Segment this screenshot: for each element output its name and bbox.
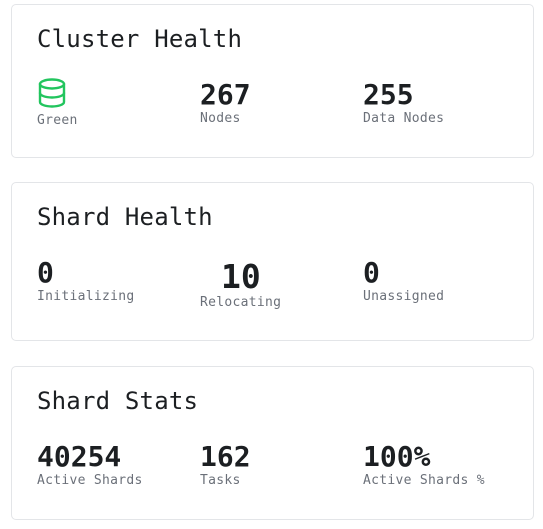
nodes-value: 267 [200, 78, 251, 111]
unassigned-stat: 0 Unassigned [363, 257, 444, 305]
data-nodes-value: 255 [363, 78, 414, 111]
tasks-label: Tasks [200, 473, 241, 488]
active-shards-percent-value: 100% [363, 440, 431, 473]
nodes-stat: 267 Nodes [200, 79, 251, 127]
tasks-value: 162 [200, 440, 251, 473]
initializing-stat: 0 Initializing [37, 257, 135, 305]
active-shards-label: Active Shards [37, 473, 143, 488]
cluster-health-card: Cluster Health Green 267 Nodes 255 Data … [11, 4, 534, 158]
unassigned-label: Unassigned [363, 289, 445, 304]
active-shards-stat: 40254 Active Shards [37, 441, 143, 489]
active-shards-percent-label: Active Shards % [363, 473, 485, 488]
data-nodes-stat: 255 Data Nodes [363, 79, 444, 127]
cluster-status-label: Green [37, 113, 78, 128]
cluster-health-title: Cluster Health [37, 25, 243, 53]
tasks-stat: 162 Tasks [200, 441, 251, 489]
initializing-label: Initializing [37, 289, 135, 304]
cluster-status-stat: Green [37, 77, 78, 129]
relocating-value: 10 [221, 257, 261, 296]
shard-health-card: Shard Health 0 Initializing 10 Relocatin… [11, 182, 534, 341]
unassigned-value: 0 [363, 256, 380, 289]
initializing-value: 0 [37, 256, 54, 289]
shard-stats-card: Shard Stats 40254 Active Shards 162 Task… [11, 366, 534, 520]
nodes-label: Nodes [200, 111, 241, 126]
data-nodes-label: Data Nodes [363, 111, 445, 126]
shard-stats-title: Shard Stats [37, 387, 199, 415]
relocating-label: Relocating [200, 295, 282, 310]
database-icon [38, 78, 66, 108]
relocating-stat: 10 Relocating [200, 259, 281, 311]
shard-health-title: Shard Health [37, 203, 213, 231]
active-shards-percent-stat: 100% Active Shards % [363, 441, 485, 489]
active-shards-value: 40254 [37, 440, 122, 473]
